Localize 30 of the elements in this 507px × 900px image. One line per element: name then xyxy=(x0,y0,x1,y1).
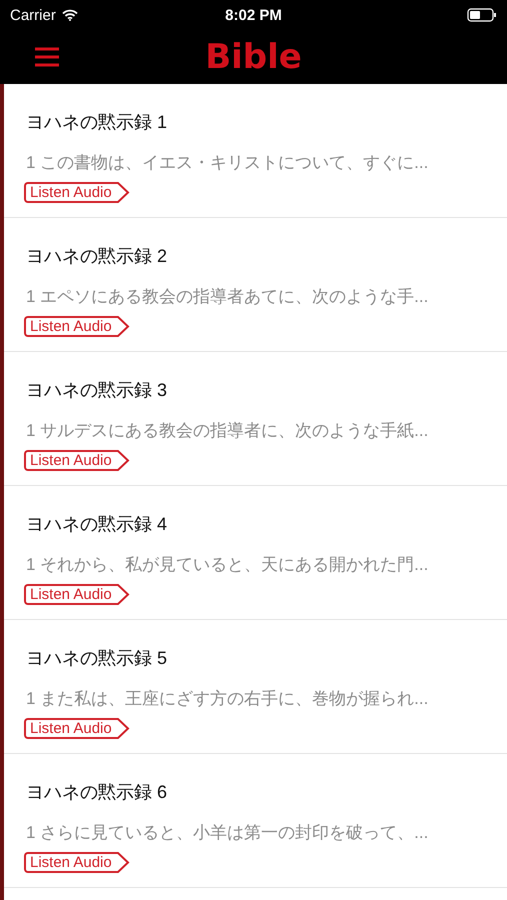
chapter-title: ヨハネの黙示録 1 xyxy=(26,111,168,134)
chapter-row[interactable]: ヨハネの黙示録 5 1 また私は、王座にざす方の右手に、巻物が握られ... Listen Audio xyxy=(4,620,507,754)
chapter-row[interactable]: ヨハネの黙示録 3 1 サルデスにある教会の指導者に、次のような手紙... Listen Audio xyxy=(4,352,507,486)
chapter-preview: 1 さらに見ていると、小羊は第一の封印を破って、... xyxy=(26,822,430,844)
chapter-preview: 1 エペソにある教会の指導者あてに、次のような手... xyxy=(26,286,430,308)
chapter-row[interactable]: ヨハネの黙示録 2 1 エペソにある教会の指導者あてに、次のような手... Listen Audio xyxy=(4,218,507,352)
tag-point-icon xyxy=(112,852,130,873)
chapter-row[interactable]: ヨハネの黙示録 4 1 それから、私が見ていると、天にある開かれた門... Listen Audio xyxy=(4,486,507,620)
carrier-label: Carrier xyxy=(10,6,56,24)
chapter-title: ヨハネの黙示録 3 xyxy=(26,379,168,402)
chapter-title: ヨハネの黙示録 4 xyxy=(26,513,168,536)
chapter-preview: 1 サルデスにある教会の指導者に、次のような手紙... xyxy=(26,420,430,442)
menu-icon xyxy=(34,46,60,68)
tag-point-icon xyxy=(112,450,130,471)
wifi-icon xyxy=(62,9,78,21)
chapter-title: ヨハネの黙示録 5 xyxy=(26,647,168,670)
tag-point-icon xyxy=(112,316,130,337)
chapter-title: ヨハネの黙示録 6 xyxy=(26,781,168,804)
chapter-row[interactable]: ヨハネの黙示録 6 1 さらに見ていると、小羊は第一の封印を破って、... Listen Audio xyxy=(4,754,507,888)
chapter-preview: 1 それから、私が見ていると、天にある開かれた門... xyxy=(26,554,430,576)
tag-point-icon xyxy=(112,182,130,203)
chapter-row[interactable]: ヨハネの黙示録 1 1 この書物は、イエス・キリストについて、すぐに... Listen Audio xyxy=(4,84,507,218)
battery-icon xyxy=(467,8,497,22)
chapter-preview: 1 また私は、王座にざす方の右手に、巻物が握られ... xyxy=(26,688,430,710)
tag-point-icon xyxy=(112,718,130,739)
app-title: Bible xyxy=(205,37,302,77)
clock-time: 8:02 PM xyxy=(225,6,282,24)
chapter-title: ヨハネの黙示録 2 xyxy=(26,245,168,268)
tag-point-icon xyxy=(112,584,130,605)
chapter-preview: 1 この書物は、イエス・キリストについて、すぐに... xyxy=(26,152,430,174)
